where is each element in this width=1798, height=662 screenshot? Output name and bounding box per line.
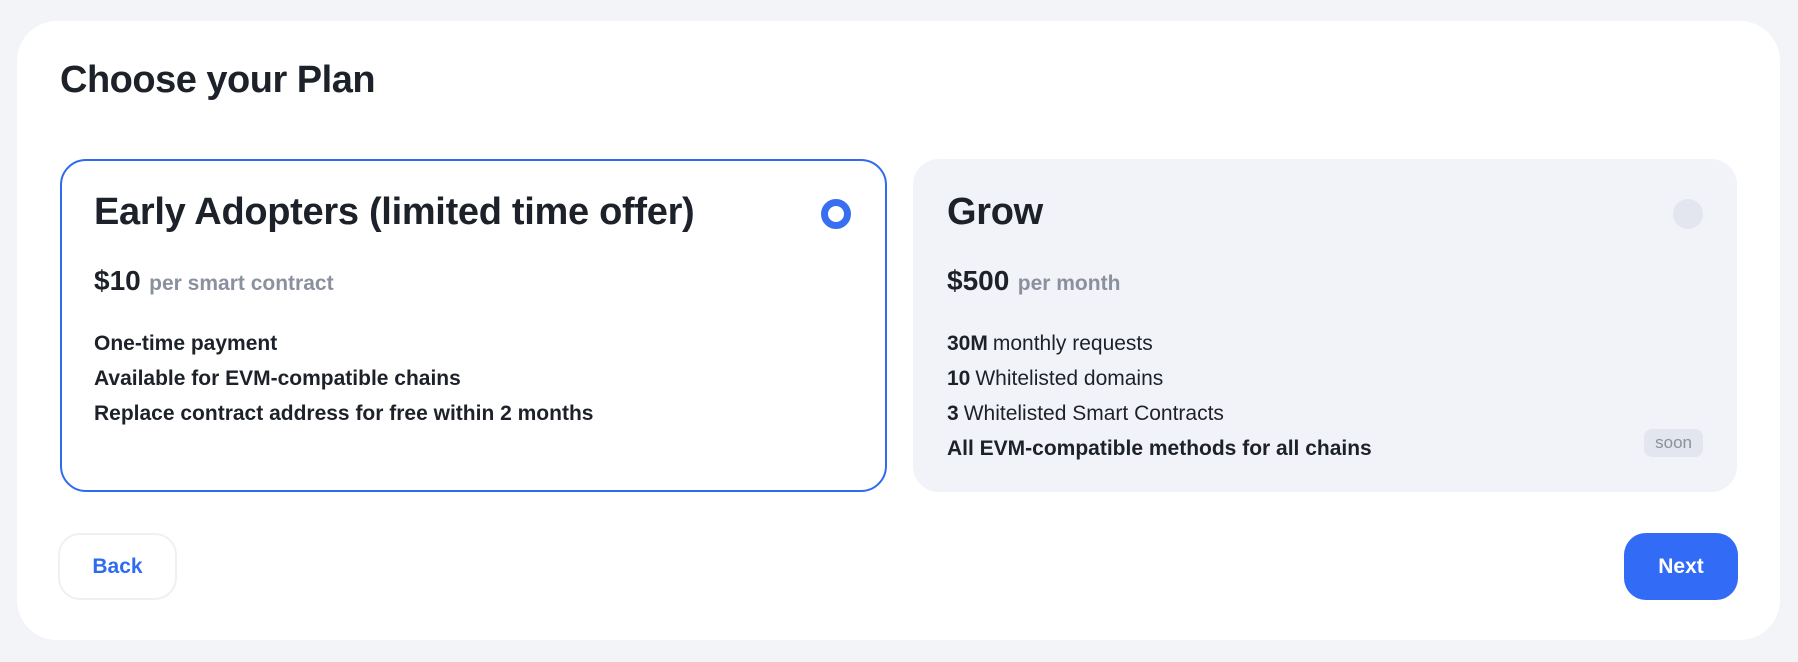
plan-name: Grow (947, 191, 1043, 233)
back-button[interactable]: Back (58, 533, 177, 600)
plan-price-unit: per month (1017, 272, 1121, 295)
page-title: Choose your Plan (60, 59, 376, 101)
plan-card-early-adopters[interactable]: Early Adopters (limited time offer) $10 … (60, 159, 887, 492)
plan-price: $500 (947, 265, 1010, 296)
next-button[interactable]: Next (1624, 533, 1738, 600)
plan-card-grow[interactable]: Grow $500 per month 30M monthly requests … (913, 159, 1737, 492)
radio-unselected-icon[interactable] (1673, 199, 1703, 229)
feature-quantity: 10 (947, 367, 971, 390)
feature-quantity: 30M (947, 332, 988, 355)
plan-price-unit: per smart contract (149, 272, 334, 295)
plan-price: $10 (94, 265, 141, 296)
feature-item: All EVM-compatible methods for all chain… (947, 437, 1372, 460)
plan-selection-panel: Choose your Plan Early Adopters (limited… (17, 21, 1780, 640)
plan-name: Early Adopters (limited time offer) (94, 191, 695, 233)
feature-quantity: 3 (947, 402, 959, 425)
feature-item: Available for EVM-compatible chains (94, 367, 461, 390)
price-row: $500 per month (947, 265, 1120, 297)
feature-list: One-time payment Available for EVM-compa… (94, 326, 593, 431)
feature-item: 3 Whitelisted Smart Contracts (947, 396, 1372, 431)
price-row: $10 per smart contract (94, 265, 334, 297)
feature-list: 30M monthly requests 10 Whitelisted domain… (947, 326, 1372, 466)
feature-item: Replace contract address for free within… (94, 402, 594, 425)
soon-badge: soon (1644, 429, 1703, 457)
feature-item: One-time payment (94, 332, 278, 355)
feature-text: Whitelisted Smart Contracts (963, 402, 1224, 425)
feature-text: monthly requests (992, 332, 1153, 355)
feature-text: Whitelisted domains (975, 367, 1164, 390)
radio-selected-icon[interactable] (821, 199, 851, 229)
feature-item: 30M monthly requests (947, 326, 1372, 361)
feature-item: 10 Whitelisted domains (947, 361, 1372, 396)
